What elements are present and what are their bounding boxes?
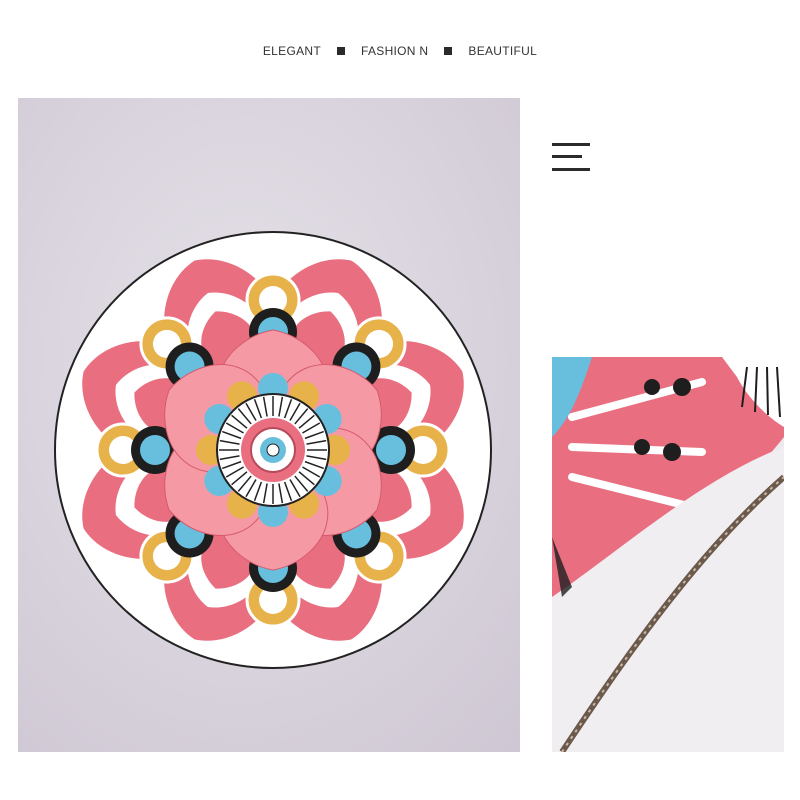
tagline-word-fashion: FASHION N (361, 44, 429, 58)
mat-edge-detail-photo (552, 357, 784, 752)
mandala-mat-illustration (18, 98, 520, 752)
mat-edge-closeup (552, 357, 784, 752)
menu-icon[interactable] (552, 143, 592, 173)
tagline-word-elegant: ELEGANT (262, 44, 321, 58)
square-bullet-icon (444, 47, 453, 55)
tagline: ELEGANT FASHION N BEAUTIFUL (0, 44, 800, 58)
tagline-word-beautiful: BEAUTIFUL (468, 44, 538, 58)
mandala-mat-photo (18, 98, 520, 752)
square-bullet-icon (337, 47, 345, 55)
